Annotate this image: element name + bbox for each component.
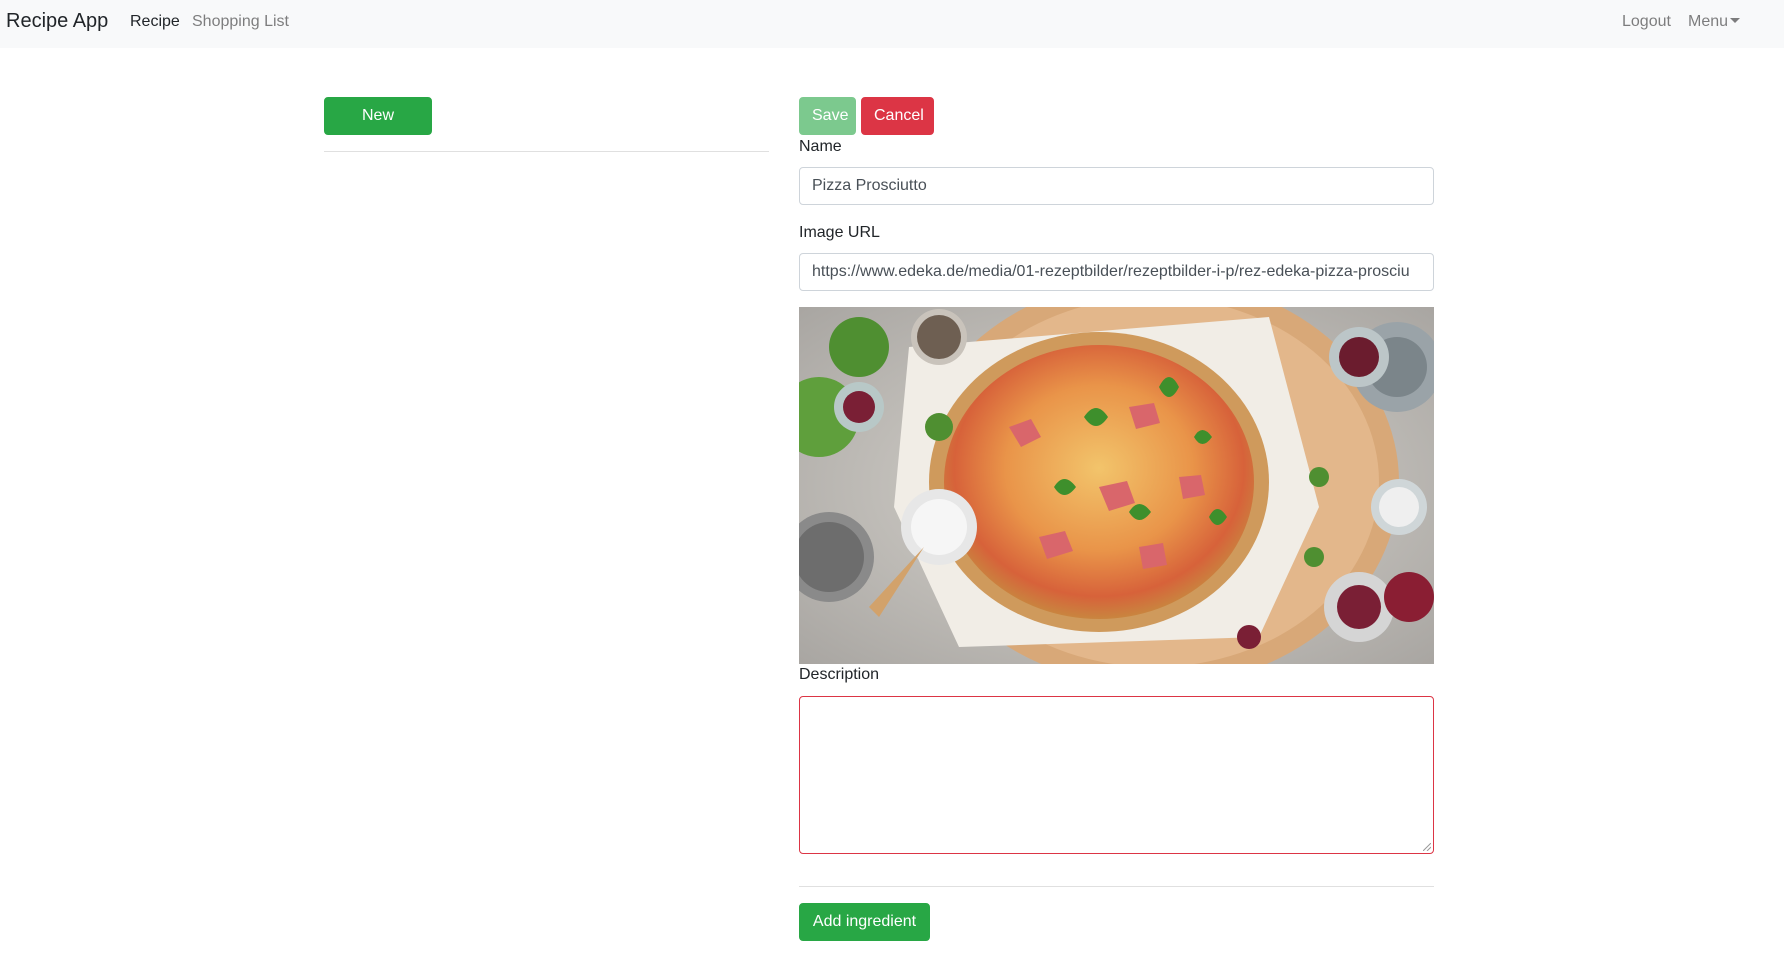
brand-logo[interactable]: Recipe App [6, 10, 108, 33]
cancel-button[interactable]: Cancel [861, 97, 934, 135]
menu-dropdown[interactable]: Menu [1688, 13, 1741, 31]
divider [324, 151, 769, 152]
description-label: Description [799, 666, 880, 683]
nav-shopping-list[interactable]: Shopping List [192, 13, 289, 31]
recipe-image [799, 307, 1434, 664]
new-recipe-button[interactable]: New Recipe [324, 97, 432, 160]
divider [799, 886, 1434, 887]
image-url-input[interactable]: https://www.edeka.de/media/01-rezeptbild… [799, 253, 1434, 291]
nav-recipe[interactable]: Recipe [130, 13, 180, 31]
name-label: Name [799, 138, 842, 155]
menu-label: Menu [1688, 13, 1729, 30]
navbar: Recipe App Recipe Shopping List Logout M… [0, 0, 1784, 48]
resize-handle-icon[interactable] [1423, 843, 1431, 851]
save-button[interactable]: Save [799, 97, 856, 135]
add-ingredient-button[interactable]: Add ingredient [799, 903, 930, 941]
nav-logout[interactable]: Logout [1622, 13, 1671, 31]
description-textarea[interactable] [799, 696, 1434, 854]
name-input[interactable]: Pizza Prosciutto [799, 167, 1434, 205]
caret-down-icon [1730, 18, 1741, 23]
image-url-label: Image URL [799, 224, 880, 241]
